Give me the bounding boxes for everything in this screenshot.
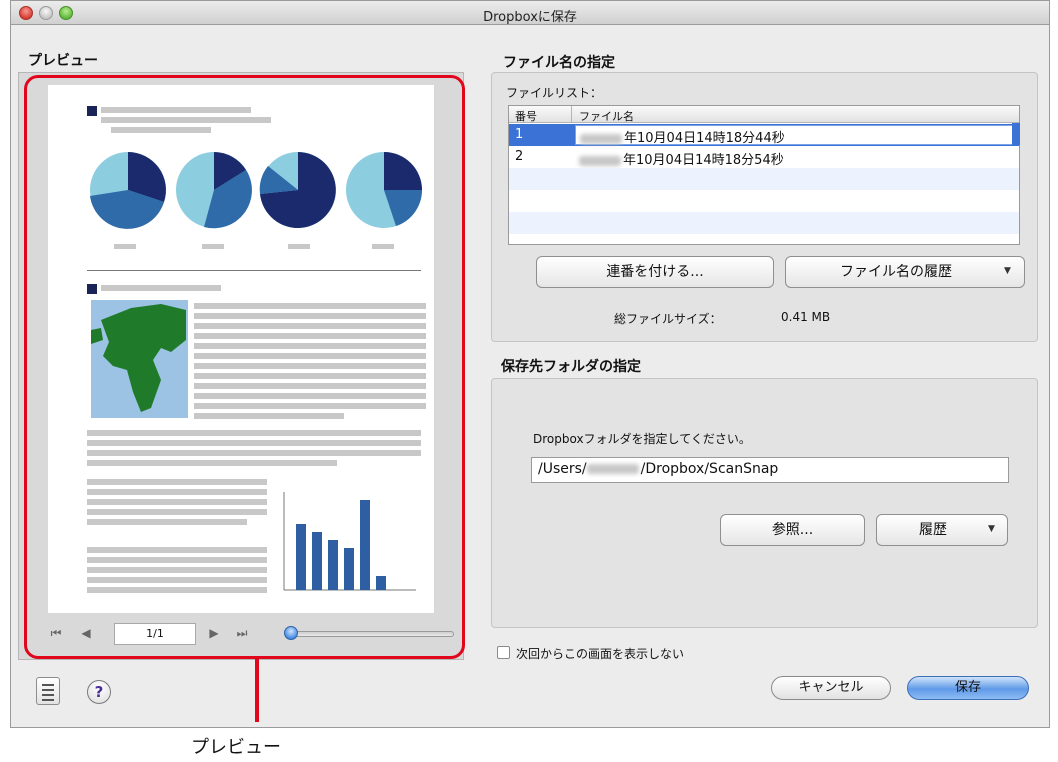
first-page-icon[interactable]: ⏮: [48, 626, 64, 641]
column-separator: [571, 106, 572, 123]
redacted-username: [586, 464, 639, 474]
save-button[interactable]: 保存: [907, 676, 1029, 700]
file-list-label: ファイルリスト：: [506, 86, 603, 100]
empty-row: [509, 212, 1019, 234]
last-page-icon[interactable]: ⏭: [234, 626, 250, 641]
table-row[interactable]: 1 年10月04日14時18分44秒: [509, 124, 1019, 146]
row-number: 2: [515, 149, 524, 164]
total-size-value: 0.41 MB: [781, 310, 831, 324]
doc-text-line: [87, 450, 421, 456]
doc-text-line: [101, 285, 221, 291]
filename-section-title: ファイル名の指定: [503, 55, 615, 71]
doc-divider: [87, 270, 421, 271]
preview-callout-line: [255, 658, 259, 722]
window-title: Dropboxに保存: [483, 10, 577, 25]
doc-heading-mark: [87, 106, 97, 116]
doc-text-line: [194, 383, 426, 389]
doc-text-line: [87, 519, 247, 525]
doc-text-line: [87, 479, 267, 485]
pie-chart-2: [176, 152, 252, 229]
doc-text-line: [194, 313, 426, 319]
world-map-figure: [91, 300, 188, 418]
filename-history-label: ファイル名の履歴: [840, 264, 952, 280]
filename-history-button[interactable]: ファイル名の履歴: [785, 256, 1025, 288]
bar-chart-figure: [283, 492, 416, 591]
path-prefix: /Users/: [538, 461, 587, 477]
chevron-down-icon: ▼: [988, 524, 995, 534]
path-suffix: /Dropbox/ScanSnap: [640, 461, 779, 477]
doc-text-line: [194, 343, 426, 349]
file-list[interactable]: 番号 ファイル名 1 年10月04日14時18分44秒 2 年10月04日14時…: [508, 105, 1020, 245]
redacted-year: [579, 155, 621, 166]
next-page-icon[interactable]: ▶: [206, 626, 222, 640]
column-filename[interactable]: ファイル名: [579, 108, 634, 124]
doc-text-line: [194, 363, 426, 369]
doc-text-line: [87, 440, 421, 446]
doc-text-line: [87, 499, 267, 505]
file-list-header: 番号 ファイル名: [509, 106, 1019, 123]
doc-heading-mark: [87, 284, 97, 294]
pie-chart-1: [90, 152, 166, 229]
doc-text-line: [111, 127, 211, 133]
pie-chart-3: [259, 152, 336, 228]
empty-row: [509, 190, 1019, 212]
row-filename-cell: 年10月04日14時18分54秒: [579, 149, 784, 168]
cancel-button[interactable]: キャンセル: [771, 676, 891, 700]
zoom-slider-knob[interactable]: [284, 626, 298, 640]
total-size-label: 総ファイルサイズ：: [614, 312, 722, 326]
help-icon[interactable]: ?: [87, 680, 111, 704]
chevron-down-icon: ▼: [1004, 266, 1011, 276]
preview-callout-label: プレビュー: [191, 737, 281, 758]
preview-section-title: プレビュー: [28, 53, 98, 69]
doc-text-line: [101, 107, 251, 113]
doc-text-line: [194, 413, 344, 419]
table-row[interactable]: 2 年10月04日14時18分54秒: [509, 146, 1019, 168]
pie-charts-figure: [90, 152, 422, 249]
destination-history-label: 履歴: [919, 522, 947, 538]
doc-text-line: [87, 567, 267, 573]
preview-pager: ⏮ ◀ 1/1 ▶ ⏭: [28, 618, 458, 652]
doc-text-line: [194, 393, 426, 399]
doc-text-line: [194, 353, 426, 359]
row-number: 1: [515, 127, 524, 142]
preview-page: [48, 85, 434, 613]
doc-text-line: [87, 587, 267, 593]
destination-path-field[interactable]: /Users/ /Dropbox/ScanSnap: [531, 457, 1009, 483]
redacted-year: [580, 133, 622, 144]
doc-text-line: [101, 117, 271, 123]
sequence-button[interactable]: 連番を付ける...: [536, 256, 774, 288]
doc-text-line: [87, 547, 267, 553]
doc-text-line: [87, 460, 337, 466]
browse-button[interactable]: 参照...: [720, 514, 865, 546]
column-number[interactable]: 番号: [515, 108, 537, 124]
filename-edit-field[interactable]: 年10月04日14時18分44秒: [575, 125, 1017, 146]
pie-chart-4: [346, 152, 422, 228]
row-filename: 年10月04日14時18分44秒: [624, 131, 785, 146]
dont-show-label: 次回からこの画面を表示しない: [516, 647, 685, 661]
selection-edge: [1012, 123, 1020, 145]
doc-text-line: [87, 509, 267, 515]
doc-text-line: [87, 430, 421, 436]
destination-instruction: Dropboxフォルダを指定してください。: [533, 432, 751, 446]
dont-show-checkbox[interactable]: [497, 646, 510, 659]
destination-group: [491, 378, 1038, 628]
doc-text-line: [194, 323, 426, 329]
zoom-slider-track[interactable]: [290, 631, 454, 637]
doc-text-line: [87, 577, 267, 583]
list-view-icon[interactable]: [36, 677, 60, 705]
doc-text-line: [194, 333, 426, 339]
doc-text-line: [194, 373, 426, 379]
doc-text-line: [87, 557, 267, 563]
row-filename: 年10月04日14時18分54秒: [623, 153, 784, 168]
title-bar: Dropboxに保存: [11, 1, 1049, 25]
doc-text-line: [194, 303, 426, 309]
empty-row: [509, 168, 1019, 190]
page-number-field[interactable]: 1/1: [114, 623, 196, 645]
prev-page-icon[interactable]: ◀: [78, 626, 94, 640]
doc-text-line: [194, 403, 426, 409]
doc-text-line: [87, 489, 267, 495]
destination-section-title: 保存先フォルダの指定: [501, 359, 641, 375]
